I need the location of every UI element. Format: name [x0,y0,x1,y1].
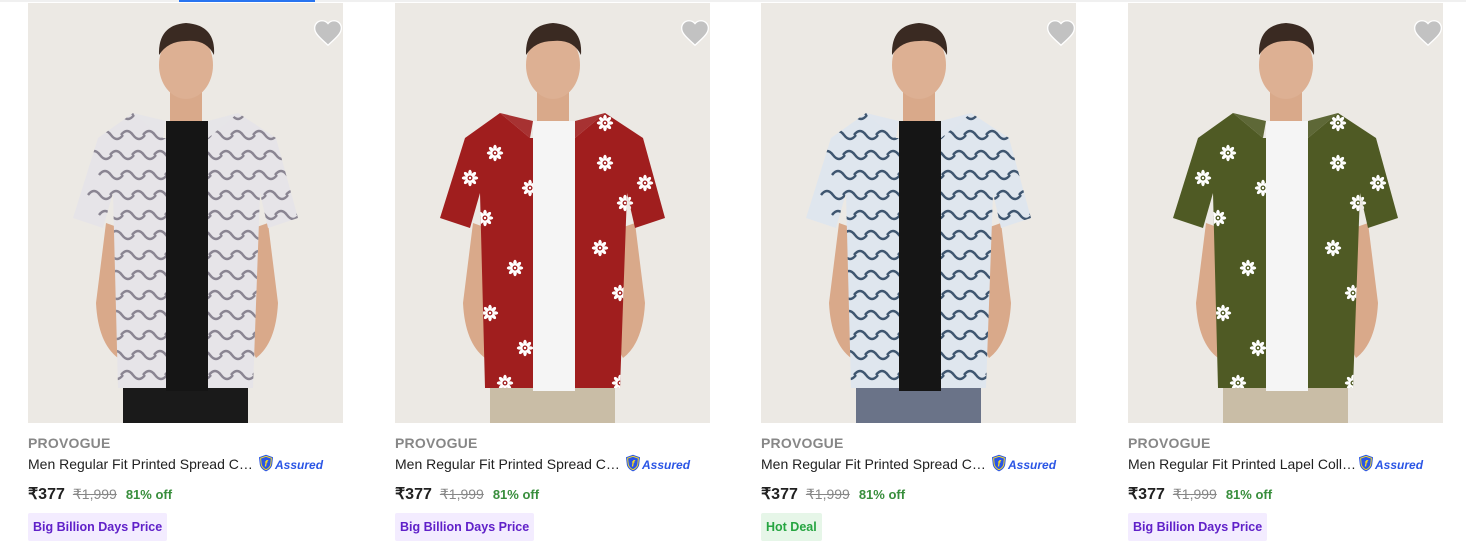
discount-percent: 81% off [125,487,173,502]
heart-icon[interactable] [679,17,711,49]
assured-label: Assured [1375,458,1424,472]
assured-label: Assured [275,458,324,472]
assured-label: Assured [642,458,691,472]
selling-price: ₹377 [761,486,798,503]
product-title[interactable]: Men Regular Fit Printed Spread Collar Ca… [28,456,258,472]
heart-icon[interactable] [1412,17,1444,49]
heart-icon[interactable] [312,17,344,49]
deal-badge: Big Billion Days Price [395,513,535,541]
heart-icon[interactable] [1045,17,1077,49]
discount-percent: 81% off [492,487,540,502]
price-row: ₹377 ₹1,999 81% off [28,484,172,504]
flipkart-assured-shield-icon: f [258,454,274,477]
product-brand: PROVOGUE [395,435,478,451]
original-price: ₹1,999 [805,486,850,502]
flipkart-assured-shield-icon: f [1358,454,1374,477]
product-title[interactable]: Men Regular Fit Printed Lapel Collar Cas… [1128,456,1358,472]
selling-price: ₹377 [395,486,432,503]
top-divider [0,0,1466,2]
product-card[interactable]: PROVOGUE Men Regular Fit Printed Lapel C… [1128,3,1444,545]
product-image[interactable] [395,3,710,423]
product-card[interactable]: PROVOGUE Men Regular Fit Printed Spread … [761,3,1077,545]
original-price: ₹1,999 [72,486,117,502]
discount-percent: 81% off [858,487,906,502]
deal-badge: Big Billion Days Price [28,513,168,541]
product-grid: PROVOGUE Men Regular Fit Printed Spread … [28,3,1448,545]
discount-percent: 81% off [1225,487,1273,502]
product-title[interactable]: Men Regular Fit Printed Spread Collar Ca… [761,456,991,472]
assured-badge: f Assured [1358,454,1424,477]
active-tab-indicator [179,0,315,2]
flipkart-assured-shield-icon: f [991,454,1007,477]
original-price: ₹1,999 [439,486,484,502]
assured-badge: f Assured [258,454,324,477]
product-brand: PROVOGUE [28,435,111,451]
price-row: ₹377 ₹1,999 81% off [761,484,905,504]
original-price: ₹1,999 [1172,486,1217,502]
price-row: ₹377 ₹1,999 81% off [395,484,539,504]
assured-badge: f Assured [991,454,1057,477]
product-image[interactable] [28,3,343,423]
deal-badge: Hot Deal [761,513,822,541]
deal-badge: Big Billion Days Price [1128,513,1268,541]
product-card[interactable]: PROVOGUE Men Regular Fit Printed Spread … [395,3,711,545]
flipkart-assured-shield-icon: f [625,454,641,477]
price-row: ₹377 ₹1,999 81% off [1128,484,1272,504]
product-image[interactable] [1128,3,1443,423]
product-image[interactable] [761,3,1076,423]
selling-price: ₹377 [28,486,65,503]
assured-label: Assured [1008,458,1057,472]
product-brand: PROVOGUE [761,435,844,451]
product-card[interactable]: PROVOGUE Men Regular Fit Printed Spread … [28,3,344,545]
assured-badge: f Assured [625,454,691,477]
selling-price: ₹377 [1128,486,1165,503]
product-title[interactable]: Men Regular Fit Printed Spread Collar Ca… [395,456,625,472]
product-brand: PROVOGUE [1128,435,1211,451]
